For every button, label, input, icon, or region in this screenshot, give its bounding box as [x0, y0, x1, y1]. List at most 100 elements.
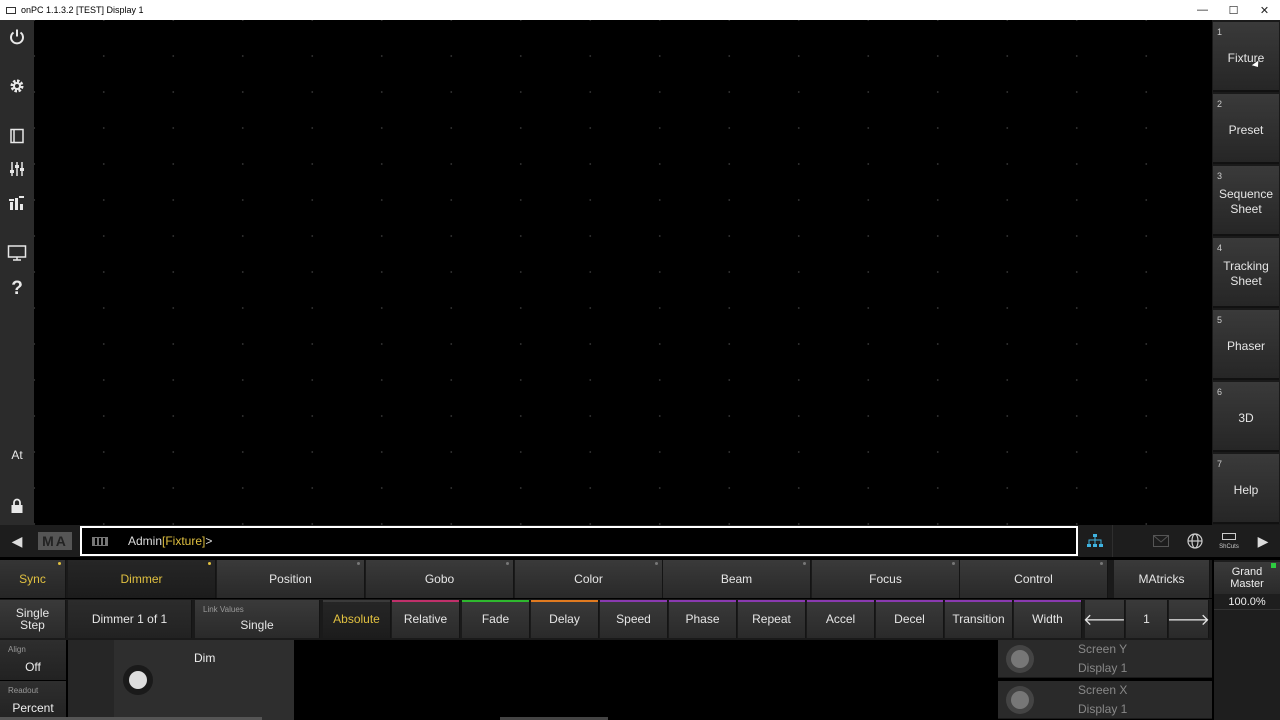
- tab-beam[interactable]: Beam: [663, 560, 811, 598]
- command-line-input[interactable]: Admin [Fixture] >: [80, 526, 1078, 556]
- align-button[interactable]: Align Off: [0, 640, 66, 680]
- mode-label: Delay: [549, 612, 580, 626]
- mode-absolute[interactable]: Absolute: [323, 600, 391, 638]
- mode-label: Fade: [481, 612, 510, 626]
- mode-label: Phase: [685, 612, 720, 626]
- matricks-button[interactable]: MAtricks: [1114, 560, 1210, 598]
- view-button-fixture[interactable]: 1 Fixture: [1213, 22, 1279, 92]
- fixture-view-area[interactable]: [34, 20, 1212, 525]
- single-step-button[interactable]: Single Step: [0, 600, 66, 638]
- tab-label: Gobo: [424, 572, 455, 586]
- link-values-value: Single: [240, 618, 274, 632]
- page-next-button[interactable]: 🡒: [1167, 600, 1210, 638]
- mode-repeat[interactable]: Repeat: [738, 600, 806, 638]
- left-arrow-icon[interactable]: ◀: [0, 525, 34, 557]
- mode-label: Absolute: [333, 612, 380, 626]
- encoder-knob-icon[interactable]: [123, 665, 153, 695]
- mode-width[interactable]: Width: [1014, 600, 1082, 638]
- lock-icon[interactable]: [0, 491, 34, 521]
- page-prev-button[interactable]: 🡐: [1083, 600, 1126, 638]
- mode-delay[interactable]: Delay: [531, 600, 599, 638]
- indicator-dot: [655, 562, 658, 565]
- mode-accel[interactable]: Accel: [807, 600, 875, 638]
- readout-button[interactable]: Readout Percent: [0, 681, 66, 720]
- mode-label: Width: [1032, 612, 1063, 626]
- grand-master-value: 100.0%: [1214, 594, 1280, 610]
- at-button[interactable]: At: [0, 440, 34, 470]
- mode-phase[interactable]: Phase: [669, 600, 737, 638]
- executors-icon[interactable]: [0, 188, 34, 218]
- mail-icon[interactable]: [1146, 525, 1176, 557]
- keyboard-icon: [1222, 532, 1236, 540]
- page-number[interactable]: 1: [1126, 600, 1168, 638]
- indicator-dot: [803, 562, 806, 565]
- tab-dimmer[interactable]: Dimmer: [68, 560, 216, 598]
- tab-control[interactable]: Control: [960, 560, 1108, 598]
- encoder-label: Dim: [194, 651, 216, 665]
- view-button-phaser[interactable]: 5 Phaser: [1213, 310, 1279, 380]
- view-button-preset[interactable]: 2 Preset: [1213, 94, 1279, 164]
- power-icon[interactable]: [0, 22, 34, 52]
- keyboard-icon[interactable]: [92, 536, 108, 546]
- ma-logo: MA: [38, 532, 72, 550]
- page-number-value: 1: [1143, 612, 1150, 626]
- mode-speed[interactable]: Speed: [600, 600, 668, 638]
- grand-master[interactable]: Grand Master 100.0%: [1214, 560, 1280, 720]
- help-icon[interactable]: ?: [0, 274, 34, 304]
- dimmer-page-indicator[interactable]: Dimmer 1 of 1: [68, 600, 192, 638]
- mode-fade[interactable]: Fade: [462, 600, 530, 638]
- faders-icon[interactable]: [0, 154, 34, 184]
- view-button-sequence-sheet[interactable]: 3 Sequence Sheet: [1213, 166, 1279, 236]
- left-toolbar: ? At: [0, 20, 34, 525]
- left-arrow-icon: 🡐: [1083, 611, 1126, 629]
- mode-decel[interactable]: Decel: [876, 600, 944, 638]
- close-button[interactable]: ✕: [1249, 0, 1280, 20]
- mode-color-bar: [600, 600, 667, 602]
- mode-color-bar: [945, 600, 1012, 602]
- align-caption: Align: [8, 645, 26, 654]
- view-label: Fixture: [1227, 50, 1265, 65]
- mode-transition[interactable]: Transition: [945, 600, 1013, 638]
- link-values-caption: Link Values: [203, 605, 244, 614]
- prompt-user: Admin: [128, 534, 163, 548]
- maximize-button[interactable]: ☐: [1218, 0, 1249, 20]
- encoder-sublabel: Display 1: [1078, 702, 1128, 716]
- prompt-end: >: [205, 534, 213, 548]
- attribute-bar: Single Step Dimmer 1 of 1 Link Values Si…: [0, 599, 1212, 640]
- right-arrow-icon[interactable]: ▶: [1246, 525, 1280, 557]
- tab-label: Color: [574, 572, 603, 586]
- sync-button[interactable]: Sync: [0, 560, 66, 598]
- screen-y-encoder[interactable]: Screen Y Display 1: [998, 640, 1212, 678]
- view-button-tracking-sheet[interactable]: 4 Tracking Sheet: [1213, 238, 1279, 308]
- encoder-label: Screen X: [1078, 683, 1128, 697]
- tab-label: Position: [269, 572, 312, 586]
- view-button-help[interactable]: 7 Help: [1213, 454, 1279, 524]
- encoder-label: Screen Y: [1078, 642, 1128, 656]
- mode-label: Relative: [403, 612, 448, 626]
- encoder-knob-icon[interactable]: [1006, 645, 1034, 673]
- mode-relative[interactable]: Relative: [392, 600, 460, 638]
- store-icon[interactable]: [0, 121, 34, 151]
- shortcuts-button[interactable]: ShCuts: [1212, 525, 1246, 557]
- monitor-icon[interactable]: [0, 238, 34, 268]
- tab-focus[interactable]: Focus: [812, 560, 960, 598]
- dimmer-page-label: Dimmer 1 of 1: [91, 612, 168, 626]
- title-bar: onPC 1.1.3.2 [TEST] Display 1 — ☐ ✕: [0, 0, 1280, 20]
- sync-label: Sync: [19, 572, 46, 586]
- tab-color[interactable]: Color: [515, 560, 663, 598]
- link-values-button[interactable]: Link Values Single: [195, 600, 320, 638]
- mode-label: Speed: [616, 612, 651, 626]
- screen-x-encoder[interactable]: Screen X Display 1: [998, 681, 1212, 719]
- minimize-button[interactable]: —: [1187, 0, 1218, 20]
- dim-encoder[interactable]: Dim: [114, 640, 294, 720]
- view-button-3d[interactable]: 6 3D: [1213, 382, 1279, 452]
- mode-label: Accel: [825, 612, 856, 626]
- gear-icon[interactable]: [0, 71, 34, 101]
- globe-icon[interactable]: [1180, 525, 1210, 557]
- view-label: Sequence Sheet: [1218, 187, 1274, 216]
- encoder-knob-icon[interactable]: [1006, 686, 1034, 714]
- tab-gobo[interactable]: Gobo: [366, 560, 514, 598]
- network-tree-icon[interactable]: [1080, 525, 1110, 557]
- prompt-destination: [Fixture]: [162, 534, 206, 548]
- tab-position[interactable]: Position: [217, 560, 365, 598]
